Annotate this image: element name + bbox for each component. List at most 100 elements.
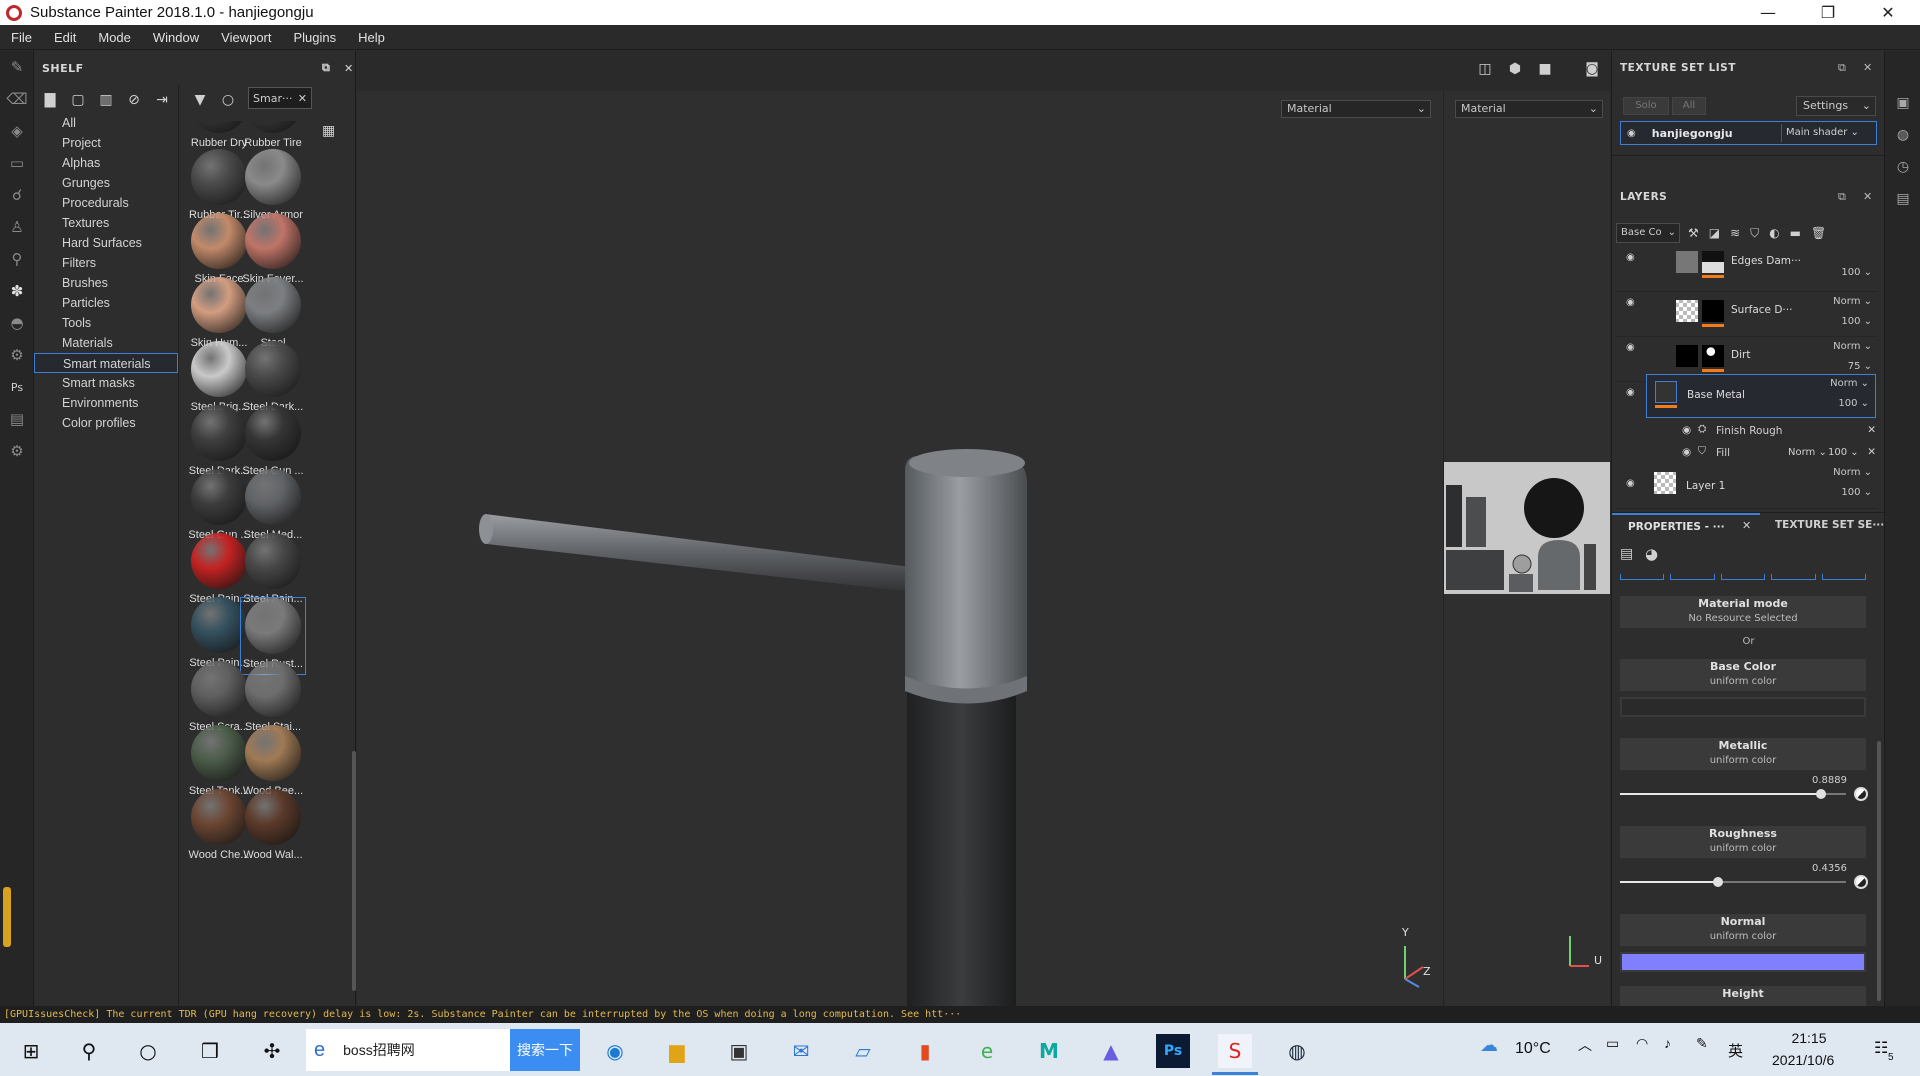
shelf-category[interactable]: Project: [34, 133, 178, 153]
metallic-value[interactable]: 0.8889: [1812, 775, 1847, 786]
remove-effect-icon[interactable]: ✕: [1867, 424, 1876, 436]
effect-blend[interactable]: Norm ⌄: [1788, 447, 1827, 458]
taskbar-search-button[interactable]: 搜索一下: [510, 1029, 580, 1071]
edge-browser-icon[interactable]: ◉: [598, 1034, 632, 1068]
store-icon[interactable]: ▣: [722, 1034, 756, 1068]
float-icon[interactable]: ⧉: [1838, 61, 1846, 75]
texture-input-icon[interactable]: [1854, 787, 1868, 801]
shelf-category[interactable]: Materials: [34, 333, 178, 353]
metallic-slider[interactable]: [1620, 787, 1868, 801]
clone-stamp-icon[interactable]: ♙: [0, 211, 34, 243]
notification-icon[interactable]: ☷: [1874, 1038, 1888, 1058]
mountain-app-icon[interactable]: ▲: [1094, 1034, 1128, 1068]
close-button[interactable]: ✕: [1860, 0, 1916, 25]
shelf-close-icon[interactable]: ✕: [336, 51, 354, 85]
base-color-swatch[interactable]: [1620, 697, 1866, 717]
visibility-eye-icon[interactable]: ◉: [1626, 297, 1635, 308]
eraser-icon[interactable]: ⌫: [0, 83, 34, 115]
shelf-category[interactable]: Textures: [34, 213, 178, 233]
tab-texture-set-settings[interactable]: TEXTURE SET SE···: [1775, 519, 1884, 531]
layer-row-selected[interactable]: Base Metal Norm ⌄ 100 ⌄: [1646, 374, 1876, 418]
search-icon[interactable]: ⚲: [72, 1034, 106, 1068]
symmetry-icon[interactable]: ◫: [1474, 61, 1496, 81]
layer-opacity[interactable]: 100 ⌄: [1838, 398, 1869, 409]
filter-icon[interactable]: ▼: [186, 87, 214, 113]
visibility-eye-icon[interactable]: ◉: [1626, 342, 1635, 353]
add-smart-material-icon[interactable]: ◐: [1769, 226, 1779, 240]
channel-toggle[interactable]: [1670, 574, 1715, 580]
menu-plugins[interactable]: Plugins: [282, 30, 347, 45]
trash-icon[interactable]: ▥: [92, 87, 120, 113]
mail-icon[interactable]: ✉: [784, 1034, 818, 1068]
channel-toggle[interactable]: [1720, 574, 1766, 580]
base-color-block[interactable]: Base Color uniform color: [1620, 659, 1866, 691]
layer-row[interactable]: ◉ Edges Dam··· 100 ⌄: [1616, 247, 1878, 292]
visibility-eye-icon[interactable]: ◉: [1682, 424, 1691, 436]
texture-set-row[interactable]: ◉ hanjiegongju Main shader ⌄: [1620, 121, 1877, 145]
settings-cog-icon[interactable]: ⚙: [0, 339, 34, 371]
material-preset[interactable]: Wood Wal...: [240, 789, 306, 867]
battery-icon[interactable]: ▭: [1606, 1035, 1619, 1052]
taskbar-search-box[interactable]: e boss招聘网: [306, 1029, 510, 1071]
channel-select[interactable]: Base Co ⌄: [1616, 223, 1680, 243]
hide-icon[interactable]: ⊘: [120, 87, 148, 113]
add-effect-icon[interactable]: ⚒: [1688, 226, 1699, 240]
blend-mode[interactable]: Norm ⌄: [1830, 378, 1869, 389]
shelf-category[interactable]: Alphas: [34, 153, 178, 173]
windows-start-icon[interactable]: ⊞: [14, 1034, 48, 1068]
menu-viewport[interactable]: Viewport: [210, 30, 282, 45]
photoshop-export-icon[interactable]: Ps: [0, 371, 34, 403]
camera-icon[interactable]: ■: [1534, 61, 1556, 81]
add-layer-icon[interactable]: ≋: [1730, 226, 1740, 240]
tab-properties[interactable]: PROPERTIES - ···: [1612, 513, 1760, 539]
shelf-category[interactable]: Brushes: [34, 273, 178, 293]
shader-select[interactable]: Main shader ⌄: [1781, 124, 1873, 142]
close-icon[interactable]: ✕: [1863, 61, 1872, 74]
texture-input-icon[interactable]: [1854, 875, 1868, 889]
channel-toggle[interactable]: [1620, 574, 1665, 580]
roughness-slider[interactable]: [1620, 875, 1868, 889]
blend-mode[interactable]: Norm ⌄: [1833, 296, 1872, 307]
visibility-eye-icon[interactable]: ◉: [1682, 446, 1691, 458]
light-icon[interactable]: ◓: [0, 307, 34, 339]
layer-row[interactable]: ◉ Layer 1 Norm ⌄ 100 ⌄: [1616, 464, 1878, 509]
menu-help[interactable]: Help: [347, 30, 396, 45]
solo-button[interactable]: Solo: [1623, 97, 1669, 115]
cortana-icon[interactable]: ○: [131, 1034, 165, 1068]
material-mode-block[interactable]: Material mode No Resource Selected: [1620, 596, 1866, 628]
office-icon[interactable]: ▮: [908, 1034, 942, 1068]
maya-icon[interactable]: M: [1032, 1034, 1066, 1068]
layer-opacity[interactable]: 75 ⌄: [1848, 361, 1872, 372]
material-icon[interactable]: ▤: [1620, 546, 1633, 562]
file-explorer-icon[interactable]: ▆: [660, 1034, 694, 1068]
smudge-icon[interactable]: ☌: [0, 179, 34, 211]
log-icon[interactable]: ▤: [1885, 183, 1920, 215]
paint-brush-icon[interactable]: ✎: [0, 51, 34, 83]
shelf-category[interactable]: Tools: [34, 313, 178, 333]
settings-dropdown[interactable]: Settings ⌄: [1796, 96, 1876, 116]
shelf-category[interactable]: Color profiles: [34, 413, 178, 433]
chevron-up-icon[interactable]: ︿: [1578, 1035, 1592, 1055]
normal-block[interactable]: Normal uniform color: [1620, 914, 1866, 946]
sphere-preview-icon[interactable]: ◕: [1645, 545, 1658, 563]
layer-row[interactable]: ◉ Surface D··· Norm ⌄ 100 ⌄: [1616, 292, 1878, 337]
clock-time[interactable]: 21:15: [1774, 1030, 1844, 1046]
metallic-block[interactable]: Metallic uniform color: [1620, 738, 1866, 770]
shelf-search-tab[interactable]: Smar··· ✕: [248, 87, 312, 109]
slider-knob[interactable]: [1713, 877, 1724, 887]
pen-icon[interactable]: ✎: [1696, 1035, 1708, 1052]
ime-indicator[interactable]: 英: [1728, 1040, 1743, 1061]
screenshot-icon[interactable]: ◙: [1581, 61, 1603, 81]
remove-effect-icon[interactable]: ✕: [1867, 446, 1876, 458]
properties-scrollbar[interactable]: [1877, 741, 1881, 1001]
blend-mode[interactable]: Norm ⌄: [1833, 341, 1872, 352]
effect-row[interactable]: ◉ ⛭ Finish Rough ✕: [1682, 421, 1878, 441]
channel-toggle[interactable]: [1771, 574, 1816, 580]
refresh-icon[interactable]: ○: [214, 87, 242, 113]
roughness-value[interactable]: 0.4356: [1812, 863, 1847, 874]
environment-icon[interactable]: ◍: [1885, 119, 1920, 151]
viewport[interactable]: ◫ ⬢ ■ ◙ Material ⌄ Material ⌄ Y Z U: [357, 51, 1610, 1006]
layer-opacity[interactable]: 100 ⌄: [1841, 267, 1872, 278]
minimize-button[interactable]: —: [1740, 0, 1796, 25]
add-folder-icon[interactable]: ▬: [1790, 226, 1801, 240]
